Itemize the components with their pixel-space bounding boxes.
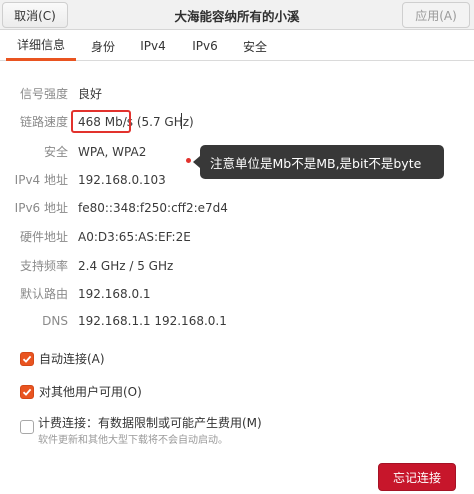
auto-connect-option[interactable]: 自动连接(A) (20, 350, 105, 367)
ipv6-address-label: IPv6 地址 (14, 201, 68, 215)
all-users-label: 对其他用户可用(O) (39, 385, 142, 399)
ipv6-address-value: fe80::348:f250:cff2:e7d4 (78, 201, 228, 215)
auto-connect-checkbox[interactable] (20, 351, 34, 366)
default-route-value: 192.168.0.1 (78, 287, 151, 301)
default-route-label: 默认路由 (19, 287, 68, 301)
header-bar: 取消(C) 大海能容纳所有的小溪 应用(A) (0, 0, 474, 30)
auto-connect-label: 自动连接(A) (39, 352, 105, 366)
all-users-checkbox[interactable] (20, 384, 34, 399)
all-users-option[interactable]: 对其他用户可用(O) (20, 383, 142, 400)
check-icon (22, 388, 32, 396)
signal-strength-label: 信号强度 (19, 87, 68, 101)
security-label: 安全 (43, 145, 68, 159)
forget-connection-button[interactable]: 忘记连接 (378, 463, 456, 491)
annotation-tooltip: 注意单位是Mb不是MB,是bit不是byte (193, 145, 444, 179)
check-icon (22, 355, 32, 363)
metered-hint: 软件更新和其他大型下载将不会自动启动。 (38, 435, 228, 446)
supported-frequency-value: 2.4 GHz / 5 GHz (78, 259, 174, 273)
window-title: 大海能容纳所有的小溪 (174, 8, 300, 24)
speed-highlight-box (71, 110, 131, 133)
hardware-address-value: A0:D3:65:AS:EF:2E (78, 230, 191, 244)
tab-ipv6[interactable]: IPv6 (182, 31, 228, 61)
tab-details[interactable]: 详细信息 (6, 31, 76, 61)
text-cursor (181, 113, 182, 129)
tab-security[interactable]: 安全 (234, 31, 276, 61)
metered-checkbox[interactable] (20, 420, 34, 434)
tab-identity[interactable]: 身份 (82, 31, 124, 61)
metered-label: 计费连接：有数据限制或可能产生费用(M) (38, 416, 262, 430)
dns-value: 192.168.1.1 192.168.0.1 (78, 314, 227, 328)
annotation-dot (186, 158, 191, 163)
tab-bar: 详细信息 身份 IPv4 IPv6 安全 (0, 31, 474, 61)
ipv4-address-label: IPv4 地址 (14, 173, 68, 187)
link-speed-label: 链路速度 (19, 115, 68, 129)
link-speed-frequency: (5.7 GHz) (136, 115, 194, 129)
signal-strength-value: 良好 (78, 87, 103, 101)
tab-ipv4[interactable]: IPv4 (130, 31, 176, 61)
apply-button[interactable]: 应用(A) (402, 2, 470, 28)
dns-label: DNS (42, 314, 68, 328)
supported-frequency-label: 支持频率 (19, 259, 68, 273)
metered-option[interactable] (20, 420, 34, 434)
ipv4-address-value: 192.168.0.103 (78, 173, 166, 187)
cancel-button[interactable]: 取消(C) (2, 2, 68, 28)
hardware-address-label: 硬件地址 (19, 230, 68, 244)
security-value: WPA, WPA2 (78, 145, 147, 159)
